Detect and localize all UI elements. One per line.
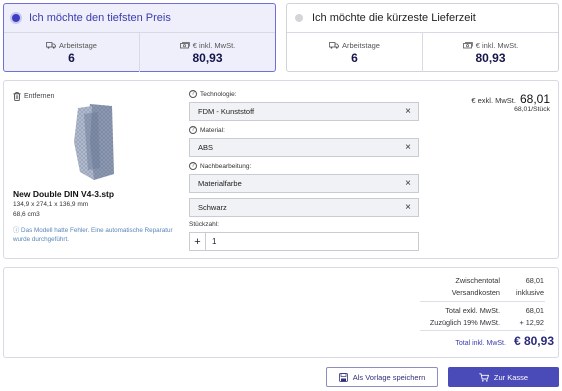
finishing-select[interactable]: Materialfarbe × (189, 174, 419, 193)
clear-icon[interactable]: × (405, 106, 411, 117)
finishing-label: ? Nachbearbeitung: (189, 162, 251, 170)
grand-total: Total inkl. MwSt. € 80,93 (455, 334, 554, 348)
remove-label: Entfernen (24, 93, 55, 100)
file-name: New Double DIN V4-3.stp (13, 189, 115, 199)
option-cheapest[interactable]: Ich möchte den tiefsten Preis Arbeitstag… (3, 3, 276, 72)
help-icon[interactable]: ? (189, 162, 197, 170)
help-icon[interactable]: ? (189, 126, 197, 134)
price-value: 80,93 (192, 50, 223, 65)
repair-note: ⓘ Das Modell hatte Fehler. Eine automati… (13, 227, 173, 243)
save-template-button[interactable]: Als Vorlage speichern (326, 367, 438, 387)
days-label: Arbeitstage (342, 40, 380, 50)
option-title: Ich möchte den tiefsten Preis (29, 12, 171, 24)
trash-icon (13, 92, 21, 101)
price-label: € inkl. MwSt. (192, 40, 236, 50)
unit-price: 68,01/Stück (514, 106, 550, 113)
divider (420, 301, 545, 302)
save-icon (338, 372, 348, 382)
days-value: 6 (68, 50, 75, 65)
truck-icon (329, 41, 339, 49)
technology-select[interactable]: FDM - Kunststoff × (189, 102, 419, 121)
quantity-stepper[interactable]: + 1 (189, 232, 419, 251)
quantity-label: Stückzahl: (189, 221, 219, 228)
option-fastest[interactable]: Ich möchte die kürzeste Lieferzeit Arbei… (286, 3, 559, 72)
clear-icon[interactable]: × (405, 142, 411, 153)
price-label: € inkl. MwSt. (475, 40, 519, 50)
file-dimensions: 134,9 x 274,1 x 136,9 mm (13, 201, 89, 208)
material-label: ? Material: (189, 126, 225, 134)
file-volume: 68,6 cm3 (13, 211, 40, 218)
radio-unselected-icon[interactable] (295, 14, 303, 22)
plus-icon[interactable]: + (190, 233, 206, 250)
model-preview-image (74, 104, 114, 180)
days-label: Arbeitstage (59, 40, 97, 50)
technology-label: ? Technologie: (189, 90, 237, 98)
remove-button[interactable]: Entfernen (13, 92, 54, 101)
info-icon: ⓘ (13, 227, 22, 234)
clear-icon[interactable]: × (405, 178, 411, 189)
radio-selected-icon[interactable] (12, 14, 20, 22)
color-select[interactable]: Schwarz × (189, 198, 419, 217)
divider (420, 330, 545, 331)
option-title: Ich möchte die kürzeste Lieferzeit (312, 12, 476, 24)
quantity-input[interactable]: 1 (206, 237, 216, 246)
truck-icon (46, 41, 56, 49)
days-value: 6 (351, 50, 358, 65)
material-select[interactable]: ABS × (189, 138, 419, 157)
checkout-button[interactable]: Zur Kasse (448, 367, 559, 387)
price-value: 80,93 (475, 50, 506, 65)
cart-icon (479, 372, 489, 382)
money-icon (462, 41, 473, 48)
clear-icon[interactable]: × (405, 202, 411, 213)
help-icon[interactable]: ? (189, 90, 197, 98)
money-icon (179, 41, 190, 48)
cart-item: Entfernen New Double DIN V4-3.stp 134,9 … (3, 80, 559, 259)
